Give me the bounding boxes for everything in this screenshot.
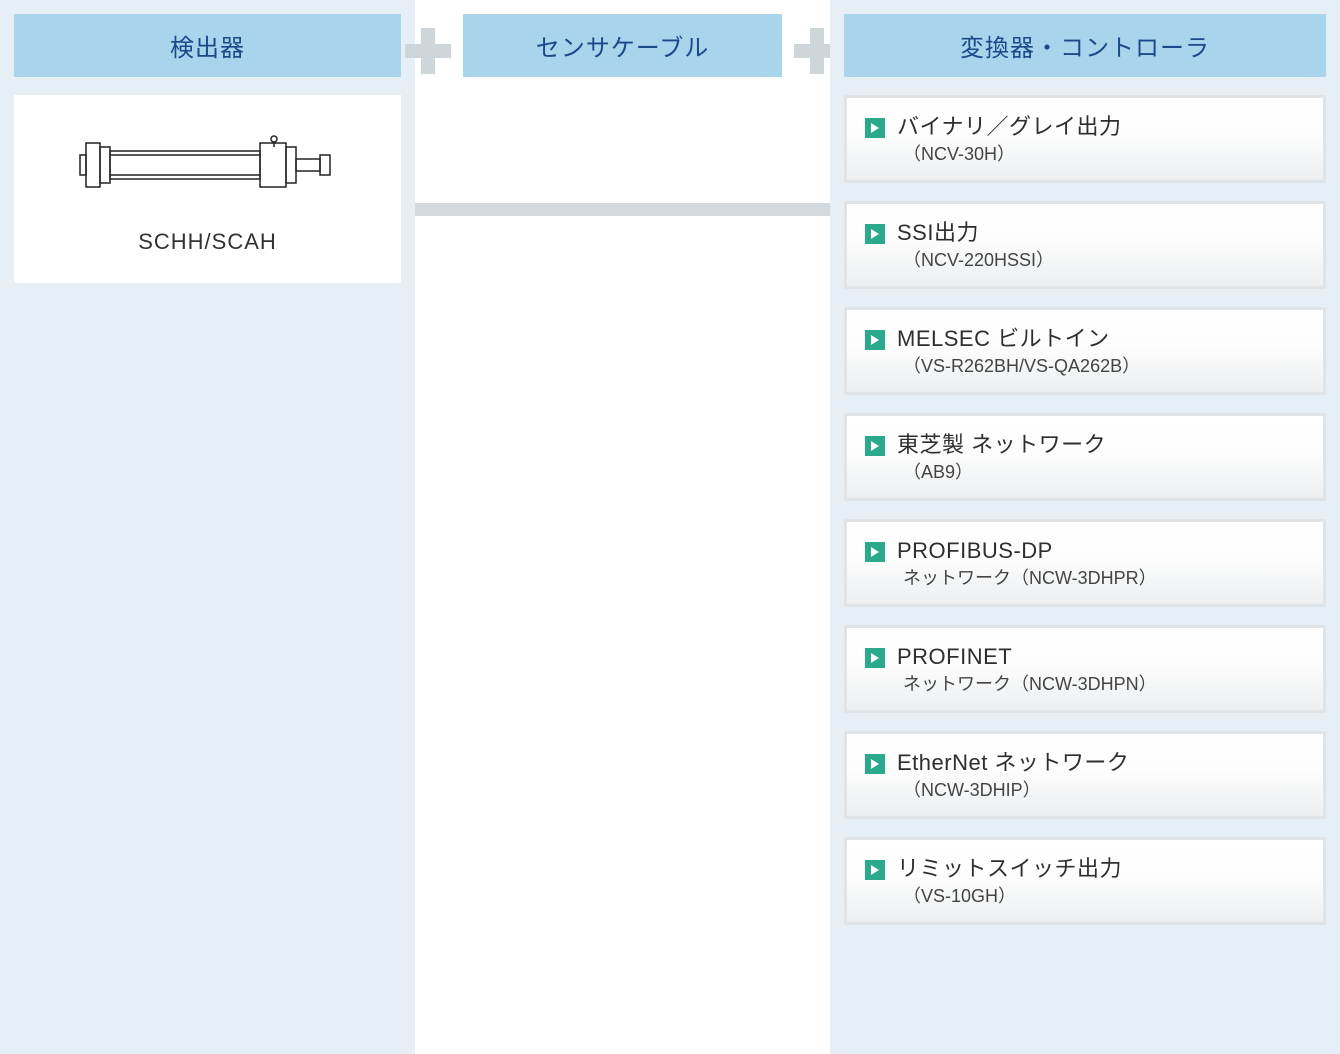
controller-title: MELSEC ビルトイン <box>897 324 1140 354</box>
detector-header: 検出器 <box>14 14 401 77</box>
controller-title: SSI出力 <box>897 218 1054 248</box>
controller-button[interactable]: EtherNet ネットワーク（NCW-3DHIP） <box>844 731 1326 819</box>
controller-title: EtherNet ネットワーク <box>897 748 1129 778</box>
controller-button[interactable]: PROFIBUS-DPネットワーク（NCW-3DHPR） <box>844 519 1326 607</box>
controller-text: PROFIBUS-DPネットワーク（NCW-3DHPR） <box>897 536 1157 590</box>
controller-text: SSI出力（NCV-220HSSI） <box>897 218 1054 272</box>
controller-title: PROFIBUS-DP <box>897 536 1157 566</box>
controller-button[interactable]: バイナリ／グレイ出力（NCV-30H） <box>844 95 1326 183</box>
controller-title: PROFINET <box>897 642 1157 672</box>
controller-subtitle: （VS-10GH） <box>897 884 1122 908</box>
controller-text: リミットスイッチ出力（VS-10GH） <box>897 854 1122 908</box>
arrow-right-icon <box>865 224 885 244</box>
controller-button[interactable]: 東芝製 ネットワーク（AB9） <box>844 413 1326 501</box>
controller-subtitle: （VS-R262BH/VS-QA262B） <box>897 354 1140 378</box>
arrow-right-icon <box>865 436 885 456</box>
arrow-right-icon <box>865 860 885 880</box>
arrow-right-icon <box>865 118 885 138</box>
controller-subtitle: （NCW-3DHIP） <box>897 778 1129 802</box>
controller-text: バイナリ／グレイ出力（NCV-30H） <box>897 112 1122 166</box>
sensor-cable-header: センサケーブル <box>463 14 782 77</box>
controller-button[interactable]: PROFINETネットワーク（NCW-3DHPN） <box>844 625 1326 713</box>
layout-container: 検出器 <box>0 0 1340 1054</box>
detector-product-label: SCHH/SCAH <box>24 229 391 255</box>
controller-text: 東芝製 ネットワーク（AB9） <box>897 430 1106 484</box>
sensor-cable-column: センサケーブル <box>415 0 830 1054</box>
controller-button[interactable]: リミットスイッチ出力（VS-10GH） <box>844 837 1326 925</box>
controller-text: EtherNet ネットワーク（NCW-3DHIP） <box>897 748 1129 802</box>
controller-subtitle: （AB9） <box>897 460 1106 484</box>
converter-header: 変換器・コントローラ <box>844 14 1326 77</box>
controller-button[interactable]: MELSEC ビルトイン（VS-R262BH/VS-QA262B） <box>844 307 1326 395</box>
arrow-right-icon <box>865 330 885 350</box>
controller-title: リミットスイッチ出力 <box>897 854 1122 884</box>
controller-subtitle: （NCV-30H） <box>897 142 1122 166</box>
detector-column: 検出器 <box>0 0 415 1054</box>
controller-subtitle: ネットワーク（NCW-3DHPR） <box>897 566 1157 590</box>
converter-column: 変換器・コントローラ バイナリ／グレイ出力（NCV-30H）SSI出力（NCV-… <box>830 0 1340 1054</box>
controller-text: MELSEC ビルトイン（VS-R262BH/VS-QA262B） <box>897 324 1140 378</box>
controller-subtitle: （NCV-220HSSI） <box>897 248 1054 272</box>
connector-line <box>415 203 830 216</box>
detector-product-image <box>78 125 338 205</box>
detector-product-card: SCHH/SCAH <box>14 95 401 283</box>
controller-text: PROFINETネットワーク（NCW-3DHPN） <box>897 642 1157 696</box>
arrow-right-icon <box>865 542 885 562</box>
controller-list: バイナリ／グレイ出力（NCV-30H） SSI出力（NCV-220HSSI） MEL… <box>844 95 1326 925</box>
controller-subtitle: ネットワーク（NCW-3DHPN） <box>897 672 1157 696</box>
controller-title: バイナリ／グレイ出力 <box>897 112 1122 142</box>
controller-title: 東芝製 ネットワーク <box>897 430 1106 460</box>
arrow-right-icon <box>865 754 885 774</box>
controller-button[interactable]: SSI出力（NCV-220HSSI） <box>844 201 1326 289</box>
arrow-right-icon <box>865 648 885 668</box>
